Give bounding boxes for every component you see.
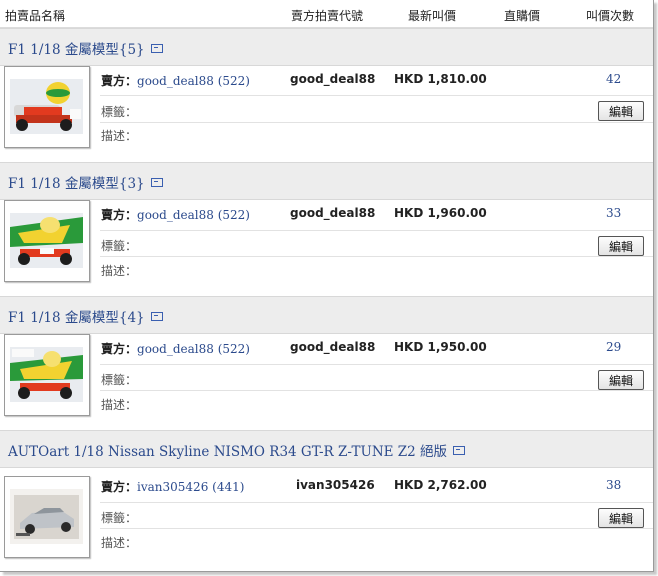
edit-button[interactable]: 編輯 [598, 370, 644, 390]
seller-row: 賣方：good_deal88 (522) [101, 342, 250, 356]
col-item-name: 拍賣品名稱 [5, 9, 66, 23]
latest-bid: HKD 1,810.00 [394, 72, 487, 86]
auction-list: 拍賣品名稱 賣方拍賣代號 最新叫價 直購價 叫價次數 F1 1/18 金屬模型{… [0, 0, 654, 572]
f1-model-photo [10, 347, 83, 402]
bid-count[interactable]: 29 [606, 340, 621, 354]
seller-row: 賣方：ivan305426 (441) [101, 480, 245, 494]
col-buy-now: 直購價 [504, 9, 541, 23]
divider [100, 502, 653, 503]
seller-link[interactable]: ivan305426 [137, 480, 208, 494]
f1-model-photo [10, 79, 83, 134]
tags-label: 標籤： [101, 373, 138, 387]
divider [100, 528, 653, 529]
seller-link[interactable]: good_deal88 [137, 208, 214, 222]
tags-label: 標籤： [101, 239, 138, 253]
edit-button[interactable]: 編輯 [598, 236, 644, 256]
bid-count[interactable]: 38 [606, 478, 621, 492]
bid-count[interactable]: 33 [606, 206, 621, 220]
divider [100, 230, 653, 231]
tags-label: 標籤： [101, 511, 138, 525]
seller-rating[interactable]: (441) [212, 480, 244, 494]
tags-label: 標籤： [101, 105, 138, 119]
divider [100, 390, 653, 391]
item-thumbnail[interactable] [4, 200, 90, 282]
seller-link[interactable]: good_deal88 [137, 342, 214, 356]
item-title-bar: F1 1/18 金屬模型{3} [0, 162, 653, 200]
new-window-icon[interactable] [150, 178, 163, 187]
new-window-icon[interactable] [453, 446, 466, 455]
item-title-bar: F1 1/18 金屬模型{5} [0, 28, 653, 66]
f1-model-photo [10, 213, 83, 268]
description-label: 描述： [101, 398, 138, 412]
seller-row: 賣方：good_deal88 (522) [101, 208, 250, 222]
seller-id: good_deal88 [290, 72, 376, 86]
seller-id: good_deal88 [290, 340, 376, 354]
item-title-link[interactable]: F1 1/18 金屬模型{3} [8, 176, 145, 192]
seller-rating[interactable]: (522) [218, 208, 250, 222]
item-thumbnail[interactable] [4, 476, 90, 558]
table-header: 拍賣品名稱 賣方拍賣代號 最新叫價 直購價 叫價次數 [0, 0, 653, 28]
item-title-link[interactable]: F1 1/18 金屬模型{4} [8, 310, 145, 326]
seller-rating[interactable]: (522) [218, 342, 250, 356]
seller-link[interactable]: good_deal88 [137, 74, 214, 88]
divider [100, 122, 653, 123]
col-bid-count: 叫價次數 [586, 9, 635, 23]
latest-bid: HKD 1,960.00 [394, 206, 487, 220]
seller-rating[interactable]: (522) [218, 74, 250, 88]
seller-id: good_deal88 [290, 206, 376, 220]
col-latest-bid: 最新叫價 [408, 9, 457, 23]
latest-bid: HKD 2,762.00 [394, 478, 487, 492]
col-seller-id: 賣方拍賣代號 [291, 9, 364, 23]
divider [100, 95, 653, 96]
divider [100, 364, 653, 365]
item-title-link[interactable]: AUTOart 1/18 Nissan Skyline NISMO R34 GT… [8, 444, 447, 460]
item-thumbnail[interactable] [4, 334, 90, 416]
seller-row: 賣方：good_deal88 (522) [101, 74, 250, 88]
description-label: 描述： [101, 536, 138, 550]
item-thumbnail[interactable] [4, 66, 90, 148]
description-label: 描述： [101, 129, 138, 143]
item-title-bar: F1 1/18 金屬模型{4} [0, 296, 653, 334]
divider [100, 256, 653, 257]
bid-count[interactable]: 42 [606, 72, 621, 86]
latest-bid: HKD 1,950.00 [394, 340, 487, 354]
new-window-icon[interactable] [150, 44, 163, 53]
edit-button[interactable]: 編輯 [598, 508, 644, 528]
item-title-bar: AUTOart 1/18 Nissan Skyline NISMO R34 GT… [0, 430, 653, 468]
skyline-model-photo [10, 489, 83, 544]
seller-id: ivan305426 [296, 478, 375, 492]
new-window-icon[interactable] [150, 312, 163, 321]
item-title-link[interactable]: F1 1/18 金屬模型{5} [8, 42, 145, 58]
description-label: 描述： [101, 264, 138, 278]
edit-button[interactable]: 編輯 [598, 101, 644, 121]
